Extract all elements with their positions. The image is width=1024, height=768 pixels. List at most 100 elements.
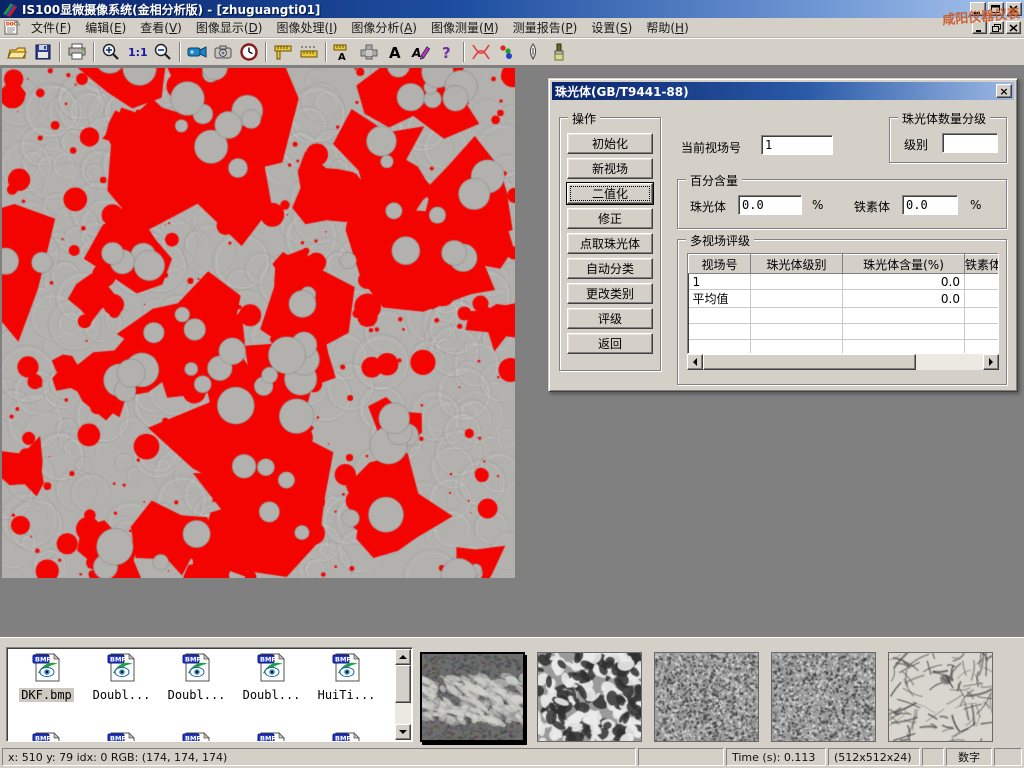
- sample-thumbnail[interactable]: [888, 652, 993, 742]
- file-item[interactable]: BMPDoubl...: [234, 651, 309, 702]
- brush-icon[interactable]: [546, 40, 572, 64]
- sample-thumbnail[interactable]: [654, 652, 759, 742]
- print-icon[interactable]: [64, 40, 90, 64]
- caliper-icon[interactable]: [270, 40, 296, 64]
- scroll-left-icon[interactable]: [687, 354, 703, 370]
- zoom-in-icon[interactable]: [98, 40, 124, 64]
- menu-item-h[interactable]: 帮助(H): [639, 17, 695, 38]
- bmp-file-icon: BMP: [30, 651, 64, 686]
- clock-icon[interactable]: [236, 40, 262, 64]
- current-field-input[interactable]: [761, 135, 833, 155]
- file-item[interactable]: BMPHuiTi...: [309, 651, 384, 702]
- child-minimize-button[interactable]: [972, 21, 987, 34]
- table-row[interactable]: [689, 340, 1000, 355]
- maximize-button[interactable]: [988, 2, 1004, 16]
- text-edit-icon[interactable]: A: [408, 40, 434, 64]
- op-button[interactable]: 评级: [567, 308, 653, 329]
- close-button[interactable]: [1006, 2, 1022, 16]
- table-row[interactable]: [689, 324, 1000, 340]
- file-item[interactable]: BMP: [234, 730, 309, 742]
- classify-dots-icon[interactable]: [494, 40, 520, 64]
- video-camera-icon[interactable]: [184, 40, 210, 64]
- table-cell: 平均值: [689, 290, 751, 308]
- table-row[interactable]: 平均值0.0: [689, 290, 1000, 308]
- menu-item-f[interactable]: 文件(F): [24, 17, 78, 38]
- dialog-title: 珠光体(GB/T9441-88): [555, 83, 689, 100]
- pearlite-percent-input[interactable]: [738, 195, 802, 215]
- op-button[interactable]: 自动分类: [567, 258, 653, 279]
- scroll-down-icon[interactable]: [395, 724, 411, 740]
- bmp-file-icon: BMP: [30, 730, 64, 742]
- save-icon[interactable]: [30, 40, 56, 64]
- text-icon[interactable]: A: [382, 40, 408, 64]
- table-header[interactable]: 珠光体含量(%): [843, 255, 965, 274]
- file-item[interactable]: BMPDKF.bmp: [9, 651, 84, 702]
- camera-icon[interactable]: [210, 40, 236, 64]
- menu-item-m[interactable]: 图像测量(M): [424, 17, 506, 38]
- table-row[interactable]: 10.0: [689, 274, 1000, 290]
- hscroll-thumb[interactable]: [703, 354, 916, 370]
- file-item[interactable]: BMP: [9, 730, 84, 742]
- toolbar-separator: [59, 42, 61, 62]
- open-icon[interactable]: [4, 40, 30, 64]
- measure-text-icon[interactable]: A: [330, 40, 356, 64]
- vscroll-thumb[interactable]: [395, 665, 411, 703]
- op-button[interactable]: 二值化: [567, 183, 653, 204]
- menu-item-p[interactable]: 测量报告(P): [506, 17, 585, 38]
- table-hscrollbar[interactable]: [687, 354, 999, 370]
- metallographic-image[interactable]: [2, 68, 515, 578]
- child-close-button[interactable]: [1006, 21, 1021, 34]
- one-to-one-icon[interactable]: 1:1: [124, 40, 150, 64]
- filelist-vscrollbar[interactable]: [395, 649, 411, 740]
- sample-thumbnail[interactable]: [771, 652, 876, 742]
- zoom-out-icon[interactable]: [150, 40, 176, 64]
- dialog-title-bar[interactable]: 珠光体(GB/T9441-88) ×: [552, 82, 1014, 100]
- menu-item-e[interactable]: 编辑(E): [78, 17, 133, 38]
- grading-group-label: 珠光体数量分级: [898, 110, 990, 127]
- table-header[interactable]: 珠光体级别: [751, 255, 843, 274]
- child-restore-button[interactable]: [989, 21, 1004, 34]
- minimize-button[interactable]: [970, 2, 986, 16]
- document-icon[interactable]: DOC: [4, 20, 20, 35]
- op-button[interactable]: 返回: [567, 333, 653, 354]
- ruler-icon[interactable]: [296, 40, 322, 64]
- bmp-file-icon: BMP: [105, 651, 139, 686]
- file-item[interactable]: BMP: [84, 730, 159, 742]
- file-item[interactable]: BMP Doubl...: [84, 651, 159, 702]
- op-button[interactable]: 更改类别: [567, 283, 653, 304]
- table-row[interactable]: [689, 308, 1000, 324]
- menu-item-s[interactable]: 设置(S): [584, 17, 639, 38]
- bmp-file-icon: BMP: [105, 730, 139, 742]
- ferrite-percent-input[interactable]: [902, 195, 958, 215]
- table-header[interactable]: 铁素体含量(%): [965, 255, 1000, 274]
- table-cell: [751, 340, 843, 355]
- file-list[interactable]: BMPDKF.bmpBMPDoubl...BMPDoubl...BMPDoubl…: [6, 647, 413, 742]
- rating-table[interactable]: 视场号珠光体级别珠光体含量(%)铁素体含量(%) 10.0平均值0.0: [687, 253, 999, 354]
- multi-field-group-label: 多视场评级: [686, 232, 754, 249]
- file-item[interactable]: BMP: [159, 730, 234, 742]
- file-item[interactable]: BMPDoubl...: [159, 651, 234, 702]
- grid-icon[interactable]: [356, 40, 382, 64]
- help-icon[interactable]: ?: [434, 40, 460, 64]
- op-button[interactable]: 修正: [567, 208, 653, 229]
- pen-icon[interactable]: [520, 40, 546, 64]
- op-button[interactable]: 新视场: [567, 158, 653, 179]
- curve-icon[interactable]: [468, 40, 494, 64]
- scroll-up-icon[interactable]: [395, 649, 411, 665]
- menu-item-a[interactable]: 图像分析(A): [344, 17, 424, 38]
- ferrite-percent-sign: %: [970, 198, 981, 212]
- scroll-right-icon[interactable]: [983, 354, 999, 370]
- sample-thumbnail[interactable]: [420, 652, 525, 742]
- menu-item-d[interactable]: 图像显示(D): [189, 17, 270, 38]
- menu-item-i[interactable]: 图像处理(I): [269, 17, 344, 38]
- dialog-close-icon[interactable]: ×: [996, 84, 1012, 98]
- file-item[interactable]: BMP: [309, 730, 384, 742]
- svg-text:DOC: DOC: [6, 22, 18, 28]
- op-button[interactable]: 初始化: [567, 133, 653, 154]
- op-button[interactable]: 点取珠光体: [567, 233, 653, 254]
- file-name: Doubl...: [91, 688, 153, 702]
- grade-input[interactable]: [942, 133, 998, 153]
- sample-thumbnail[interactable]: [537, 652, 642, 742]
- table-header[interactable]: 视场号: [689, 255, 751, 274]
- menu-item-v[interactable]: 查看(V): [133, 17, 189, 38]
